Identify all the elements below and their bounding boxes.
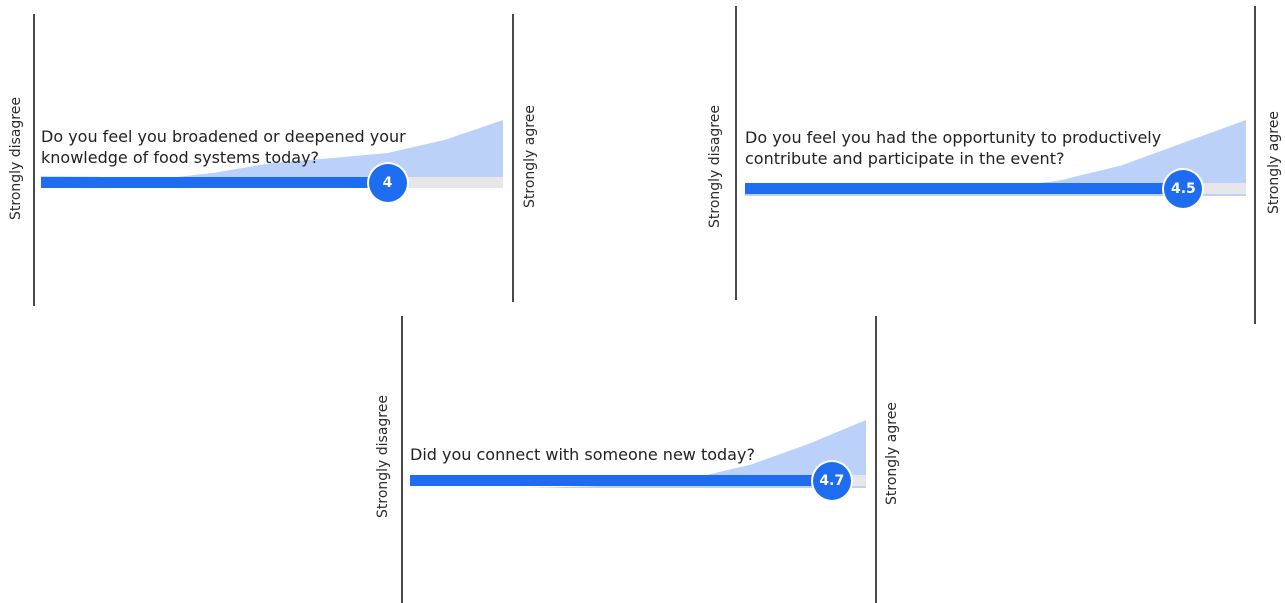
left-axis-line <box>401 316 403 603</box>
left-axis-line <box>33 14 35 306</box>
average-score-badge: 4.5 <box>1164 170 1203 208</box>
strongly-disagree-label: Strongly disagree <box>375 395 391 518</box>
strongly-agree-label: Strongly agree <box>884 402 900 505</box>
strongly-disagree-label: Strongly disagree <box>8 97 24 220</box>
average-score-badge: 4.7 <box>812 462 851 500</box>
strongly-agree-label: Strongly agree <box>1266 111 1282 214</box>
strongly-agree-label: Strongly agree <box>522 105 538 208</box>
right-axis-line <box>512 14 514 302</box>
score-bar <box>745 183 1184 194</box>
average-score-badge: 4 <box>368 164 407 202</box>
right-axis-line <box>875 316 877 603</box>
score-bar <box>41 177 388 188</box>
right-axis-line <box>1254 6 1256 324</box>
question-text: Did you connect with someone new today? <box>410 445 755 464</box>
strongly-disagree-label: Strongly disagree <box>707 105 723 228</box>
question-text: Do you feel you had the opportunity to p… <box>745 128 1162 168</box>
score-bar <box>410 475 832 486</box>
question-text: Do you feel you broadened or deepened yo… <box>41 127 406 167</box>
left-axis-line <box>735 6 737 300</box>
